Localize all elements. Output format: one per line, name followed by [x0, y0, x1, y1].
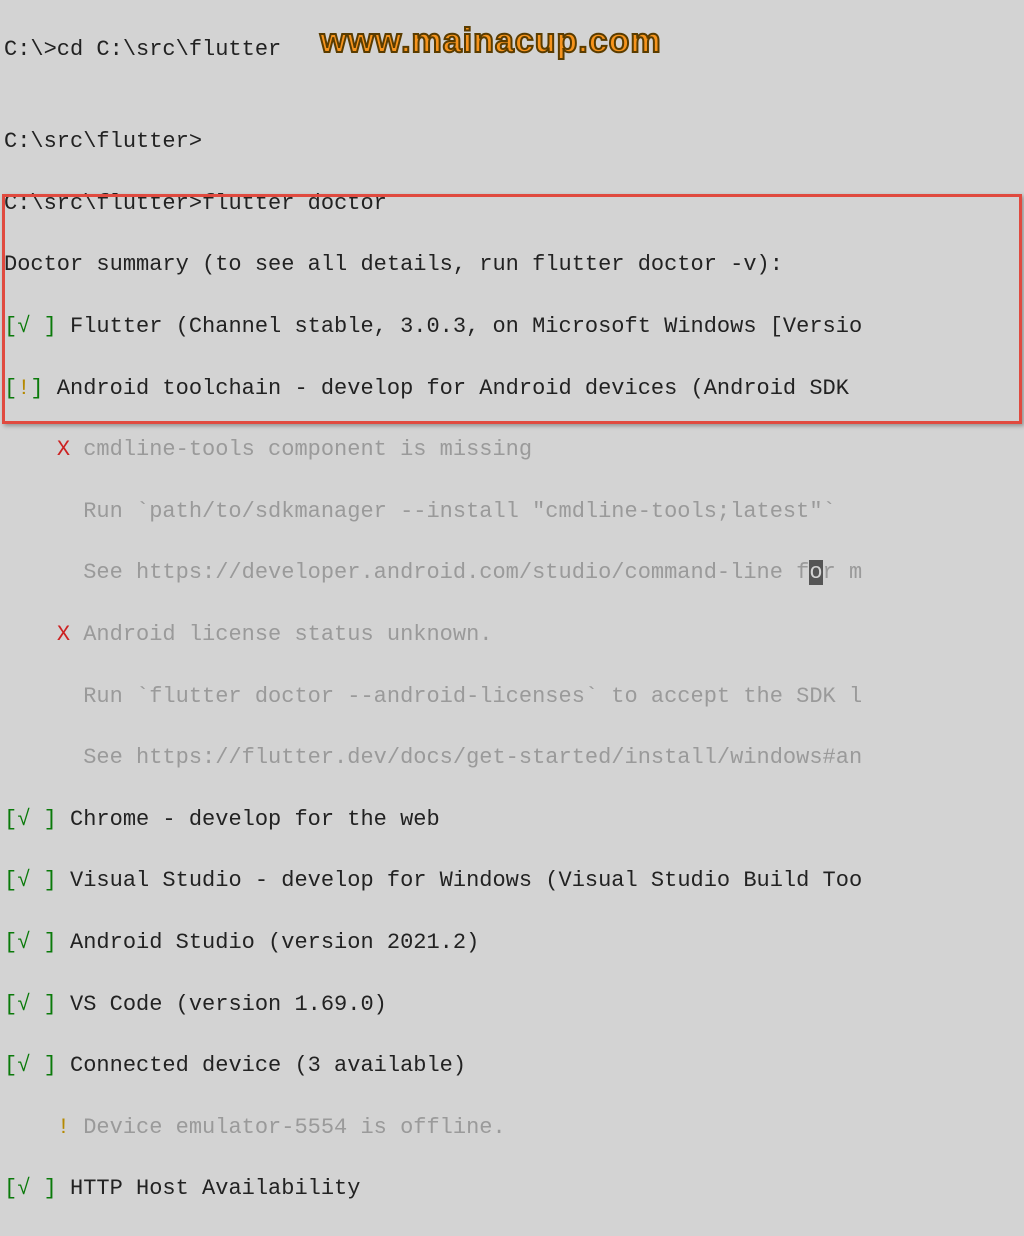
check-icon: √ — [17, 314, 30, 339]
check-chrome: [√ ] Chrome - develop for the web — [4, 805, 1024, 836]
x-icon: X — [57, 437, 70, 462]
check-vs-text: Visual Studio - develop for Windows (Vis… — [57, 868, 862, 893]
status-space — [30, 868, 43, 893]
check-flutter: [√ ] Flutter (Channel stable, 3.0.3, on … — [4, 312, 1024, 343]
status-space — [30, 807, 43, 832]
cursor-block: o — [809, 560, 822, 585]
hint-licenses: Run `flutter doctor --android-licenses` … — [4, 682, 1024, 713]
status-bracket-close: ] — [44, 1053, 57, 1078]
check-icon: √ — [17, 1053, 30, 1078]
indent — [4, 622, 57, 647]
prompt-text: C:\src\flutter> — [4, 191, 202, 216]
check-icon: √ — [17, 1176, 30, 1201]
check-icon: √ — [17, 807, 30, 832]
check-icon: √ — [17, 992, 30, 1017]
check-vscode: [√ ] VS Code (version 1.69.0) — [4, 990, 1024, 1021]
status-bracket-open: [ — [4, 807, 17, 832]
hint-url-android: See https://developer.android.com/studio… — [4, 558, 1024, 589]
status-bracket-close: ] — [30, 376, 43, 401]
status-bracket-open: [ — [4, 868, 17, 893]
status-bracket-close: ] — [44, 992, 57, 1017]
status-bracket-open: [ — [4, 1053, 17, 1078]
status-bracket-open: [ — [4, 930, 17, 955]
indent — [4, 1115, 57, 1140]
watermark-text: www.mainacup.com — [320, 18, 662, 66]
check-chrome-text: Chrome - develop for the web — [57, 807, 440, 832]
check-android-toolchain: [!] Android toolchain - develop for Andr… — [4, 374, 1024, 405]
warn-emulator: ! Device emulator-5554 is offline. — [4, 1113, 1024, 1144]
url-text-b: r m — [823, 560, 863, 585]
warning-icon: ! — [57, 1115, 70, 1140]
check-devices: [√ ] Connected device (3 available) — [4, 1051, 1024, 1082]
hint-url-flutter: See https://flutter.dev/docs/get-started… — [4, 743, 1024, 774]
doctor-summary: Doctor summary (to see all details, run … — [4, 250, 1024, 281]
check-android-studio: [√ ] Android Studio (version 2021.2) — [4, 928, 1024, 959]
check-icon: √ — [17, 868, 30, 893]
error-license: X Android license status unknown. — [4, 620, 1024, 651]
status-bracket-open: [ — [4, 314, 17, 339]
status-bracket-close: ] — [44, 314, 57, 339]
status-bracket-open: [ — [4, 1176, 17, 1201]
check-devices-text: Connected device (3 available) — [57, 1053, 466, 1078]
check-visual-studio: [√ ] Visual Studio - develop for Windows… — [4, 866, 1024, 897]
check-http: [√ ] HTTP Host Availability — [4, 1174, 1024, 1205]
status-bracket-open: [ — [4, 992, 17, 1017]
terminal-output: C:\>cd C:\src\flutter C:\src\flutter> C:… — [0, 0, 1024, 1236]
status-space — [30, 1176, 43, 1201]
check-flutter-text: Flutter (Channel stable, 3.0.3, on Micro… — [57, 314, 862, 339]
error-text: cmdline-tools component is missing — [70, 437, 532, 462]
check-http-text: HTTP Host Availability — [57, 1176, 361, 1201]
prompt-line: C:\src\flutter> — [4, 127, 1024, 158]
check-as-text: Android Studio (version 2021.2) — [57, 930, 479, 955]
warn-text: Device emulator-5554 is offline. — [70, 1115, 506, 1140]
status-bracket-close: ] — [44, 868, 57, 893]
status-bracket-open: [ — [4, 376, 17, 401]
check-vscode-text: VS Code (version 1.69.0) — [57, 992, 387, 1017]
url-text-a: See https://developer.android.com/studio… — [4, 560, 809, 585]
error-text: Android license status unknown. — [70, 622, 492, 647]
status-bracket-close: ] — [44, 930, 57, 955]
status-bracket-close: ] — [44, 1176, 57, 1201]
status-space — [30, 1053, 43, 1078]
error-cmdline-tools: X cmdline-tools component is missing — [4, 435, 1024, 466]
check-icon: √ — [17, 930, 30, 955]
command-text: flutter doctor — [202, 191, 387, 216]
warning-icon: ! — [17, 376, 30, 401]
status-bracket-close: ] — [44, 807, 57, 832]
status-space — [30, 992, 43, 1017]
x-icon: X — [57, 622, 70, 647]
cmd-line-doctor: C:\src\flutter>flutter doctor — [4, 189, 1024, 220]
check-android-text: Android toolchain - develop for Android … — [44, 376, 863, 401]
status-space — [30, 930, 43, 955]
indent — [4, 437, 57, 462]
status-space — [30, 314, 43, 339]
hint-sdkmanager: Run `path/to/sdkmanager --install "cmdli… — [4, 497, 1024, 528]
